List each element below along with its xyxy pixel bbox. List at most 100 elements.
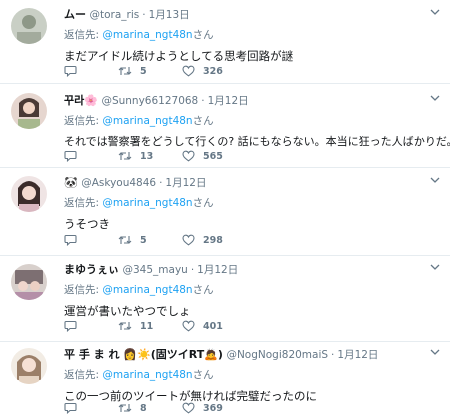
speech-bubble-icon	[64, 402, 77, 414]
display-name[interactable]: ムー	[64, 8, 86, 21]
mention-link[interactable]: @marina_ngt48n	[102, 115, 192, 127]
retweet-count: 5	[140, 234, 147, 246]
user-handle[interactable]: @Sunny66127068	[101, 95, 198, 107]
speech-bubble-icon	[64, 150, 77, 162]
tweet-date[interactable]: 1月12日	[197, 264, 238, 276]
retweet-icon	[118, 67, 132, 75]
avatar[interactable]	[11, 93, 47, 129]
speech-bubble-icon	[64, 65, 77, 77]
like-count: 565	[203, 150, 223, 162]
tweet[interactable]: まゆうぇぃ @345_mayu · 1月12日 返信先: @marina_ngt48…	[0, 256, 450, 342]
display-name[interactable]: 꾸라	[64, 94, 84, 107]
like-button[interactable]: 565	[182, 149, 223, 163]
reply-suffix: さん	[192, 115, 214, 127]
chevron-down-icon[interactable]	[428, 173, 442, 187]
reply-button[interactable]	[64, 233, 77, 247]
user-handle[interactable]: @345_mayu	[123, 264, 188, 276]
reply-prefix: 返信先:	[64, 284, 103, 296]
reply-prefix: 返信先:	[64, 29, 103, 41]
tweet-date[interactable]: 1月13日	[149, 9, 190, 21]
like-button[interactable]: 326	[182, 64, 223, 78]
retweet-button[interactable]: 8	[118, 401, 147, 415]
tweet-date[interactable]: 1月12日	[337, 349, 378, 361]
reply-button[interactable]	[64, 64, 77, 78]
display-name[interactable]: 平 手 ま れ 👩☀️(固ツイRT🙇)	[64, 348, 223, 361]
reply-suffix: さん	[192, 284, 214, 296]
separator-dot: ·	[201, 95, 205, 107]
tweet[interactable]: ムー @tora_ris · 1月13日 返信先: @marina_ngt48nさん…	[0, 0, 450, 84]
user-handle[interactable]: @Askyou4846	[81, 177, 156, 189]
like-button[interactable]: 401	[182, 319, 223, 333]
separator-dot: ·	[159, 177, 163, 189]
reply-button[interactable]	[64, 401, 77, 415]
reply-to-line: 返信先: @marina_ngt48nさん	[64, 283, 442, 297]
retweet-count: 8	[140, 402, 147, 414]
reply-timeline: ムー @tora_ris · 1月13日 返信先: @marina_ngt48nさん…	[0, 0, 450, 415]
retweet-count: 11	[140, 320, 154, 332]
user-handle[interactable]: @tora_ris	[90, 9, 140, 21]
retweet-button[interactable]: 11	[118, 319, 153, 333]
heart-icon	[182, 65, 195, 77]
speech-bubble-icon	[64, 234, 77, 246]
avatar[interactable]	[11, 8, 47, 44]
avatar[interactable]	[11, 348, 47, 384]
heart-icon	[182, 234, 195, 246]
tweet-text: うそつき	[64, 217, 110, 231]
like-count: 326	[203, 65, 223, 77]
tweet-text: 運営が書いたやつでしょ	[64, 304, 191, 318]
chevron-down-icon[interactable]	[428, 345, 442, 359]
tweet-date[interactable]: 1月12日	[165, 177, 206, 189]
mention-link[interactable]: @marina_ngt48n	[102, 197, 192, 209]
reply-button[interactable]	[64, 319, 77, 333]
display-name[interactable]: まゆうぇぃ	[64, 263, 119, 276]
like-count: 369	[203, 402, 223, 414]
reply-suffix: さん	[192, 29, 214, 41]
reply-to-line: 返信先: @marina_ngt48nさん	[64, 114, 442, 128]
mention-link[interactable]: @marina_ngt48n	[102, 369, 192, 381]
heart-icon	[182, 320, 195, 332]
like-button[interactable]: 298	[182, 233, 223, 247]
like-count: 298	[203, 234, 223, 246]
tweet[interactable]: 꾸라🌸 @Sunny66127068 · 1月12日 返信先: @marina_ng…	[0, 84, 450, 168]
reply-button[interactable]	[64, 149, 77, 163]
tweet-text: それでは警察署をどうして行くの? 話にもならない。本当に狂った人ばかりだ。	[64, 135, 450, 148]
retweet-icon	[118, 152, 132, 160]
display-name-emoji: 🌸	[84, 94, 98, 107]
user-handle[interactable]: @NogNogi820maiS	[226, 349, 328, 361]
speech-bubble-icon	[64, 320, 77, 332]
separator-dot: ·	[142, 9, 146, 21]
retweet-count: 13	[140, 150, 154, 162]
retweet-count: 5	[140, 65, 147, 77]
like-button[interactable]: 369	[182, 401, 223, 415]
chevron-down-icon[interactable]	[428, 91, 442, 105]
heart-icon	[182, 150, 195, 162]
heart-icon	[182, 402, 195, 414]
separator-dot: ·	[190, 264, 195, 276]
avatar[interactable]	[11, 176, 47, 212]
retweet-icon	[118, 322, 132, 330]
retweet-button[interactable]: 13	[118, 149, 153, 163]
chevron-down-icon[interactable]	[428, 260, 442, 274]
tweet[interactable]: 🐼 @Askyou4846 · 1月12日 返信先: @marina_ngt48nさ…	[0, 168, 450, 256]
reply-prefix: 返信先:	[64, 115, 103, 127]
retweet-icon	[118, 236, 132, 244]
reply-suffix: さん	[192, 369, 214, 381]
display-name-emoji: 🐼	[64, 176, 78, 189]
retweet-button[interactable]: 5	[118, 64, 147, 78]
mention-link[interactable]: @marina_ngt48n	[102, 284, 192, 296]
retweet-button[interactable]: 5	[118, 233, 147, 247]
avatar[interactable]	[11, 264, 47, 300]
reply-suffix: さん	[192, 197, 214, 209]
separator-dot: ·	[331, 349, 335, 361]
chevron-down-icon[interactable]	[428, 5, 442, 19]
reply-to-line: 返信先: @marina_ngt48nさん	[64, 28, 442, 42]
like-count: 401	[203, 320, 223, 332]
reply-to-line: 返信先: @marina_ngt48nさん	[64, 196, 442, 210]
tweet-date[interactable]: 1月12日	[208, 95, 249, 107]
reply-to-line: 返信先: @marina_ngt48nさん	[64, 368, 442, 382]
retweet-icon	[118, 404, 132, 412]
reply-prefix: 返信先:	[64, 197, 103, 209]
tweet[interactable]: 平 手 ま れ 👩☀️(固ツイRT🙇) @NogNogi820maiS · 1月12…	[0, 342, 450, 415]
reply-prefix: 返信先:	[64, 369, 103, 381]
mention-link[interactable]: @marina_ngt48n	[102, 29, 192, 41]
